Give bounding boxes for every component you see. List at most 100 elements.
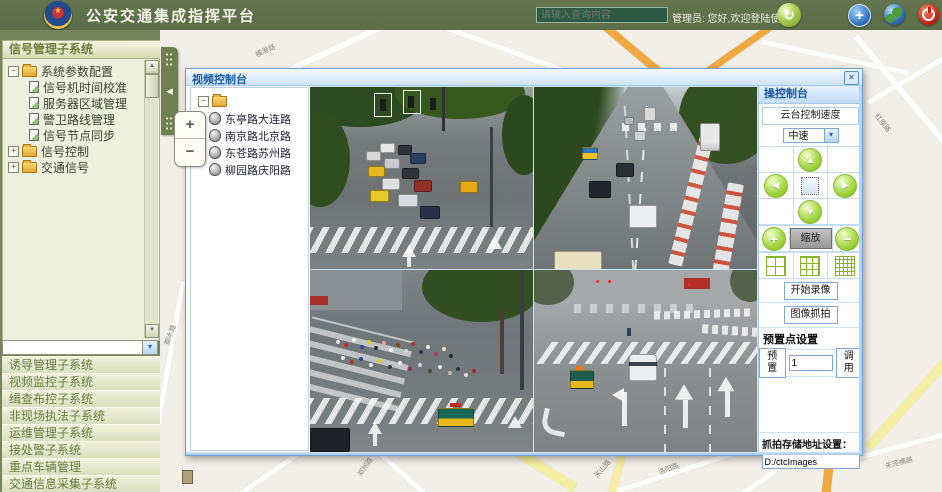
street-label: 御水路 xyxy=(162,323,179,346)
add-icon[interactable]: + xyxy=(848,4,871,27)
collapse-arrow-icon: ◀ xyxy=(166,86,173,97)
start-record-button[interactable]: 开始录像 xyxy=(784,282,838,300)
image-capture-button[interactable]: 图像抓拍 xyxy=(784,306,838,324)
combo-arrow-icon[interactable]: ▾ xyxy=(142,341,157,354)
sidebar-item-video-surveillance[interactable]: 视频监控子系统 xyxy=(2,373,164,391)
tree-node-label[interactable]: 信号控制 xyxy=(41,143,89,160)
camera-item[interactable]: 南京路北京路 xyxy=(209,127,308,144)
camera-tree-panel: − 东亭路大连路 南京路北京路 东苍路苏州路 柳园路庆阳路 xyxy=(190,87,309,451)
video-feed-3[interactable] xyxy=(310,270,533,452)
layout-4x4-icon[interactable] xyxy=(835,256,855,276)
tree-leaf-label[interactable]: 信号机时间校准 xyxy=(43,79,127,96)
close-icon[interactable]: ✕ xyxy=(844,71,859,85)
camera-item[interactable]: 东亭路大连路 xyxy=(209,110,308,127)
tree-leaf[interactable]: 警卫路线管理 xyxy=(29,111,159,127)
car xyxy=(624,117,634,125)
sidebar-item-offsite-enforcement[interactable]: 非现场执法子系统 xyxy=(2,407,164,425)
storage-path-input[interactable] xyxy=(762,454,860,469)
tree-leaf-label[interactable]: 服务器区域管理 xyxy=(43,95,127,112)
pan-right-button[interactable]: ▶ xyxy=(833,174,857,198)
lane-line xyxy=(709,365,711,452)
ptz-speed-select[interactable]: 中速 ▾ xyxy=(783,128,839,143)
map-zoom-out-button[interactable]: − xyxy=(175,139,205,165)
globe-icon[interactable] xyxy=(884,4,905,25)
tree-leaf[interactable]: 信号节点同步 xyxy=(29,127,159,143)
tree-node-root[interactable]: − 系统参数配置 xyxy=(5,63,159,79)
zoom-out-button[interactable]: − xyxy=(835,227,859,251)
camera-label[interactable]: 柳园路庆阳路 xyxy=(225,162,291,178)
car xyxy=(384,158,400,169)
tree-leaf-label[interactable]: 警卫路线管理 xyxy=(43,111,115,128)
video-feed-4[interactable] xyxy=(534,270,757,452)
tree-node-collapsed[interactable]: + 信号控制 xyxy=(5,143,159,159)
expand-box-icon[interactable]: + xyxy=(8,146,19,157)
car xyxy=(398,194,418,207)
sidebar-item-guidance[interactable]: 诱导管理子系统 xyxy=(2,356,164,374)
expand-box-icon[interactable]: + xyxy=(8,162,19,173)
video-feed-2[interactable] xyxy=(534,87,757,269)
taxi-roof-light xyxy=(576,366,583,370)
sidebar-item-operations[interactable]: 运维管理子系统 xyxy=(2,424,164,442)
sidebar-item-investigation[interactable]: 缉查布控子系统 xyxy=(2,390,164,408)
preset-number-input[interactable] xyxy=(789,355,833,371)
tree-canopy xyxy=(310,112,350,207)
pan-up-button[interactable]: ▲ xyxy=(798,148,822,172)
sidebar-item-traffic-info[interactable]: 交通信息采集子系统 xyxy=(2,475,164,492)
camera-label[interactable]: 南京路北京路 xyxy=(225,128,291,144)
scroll-up-icon[interactable]: ▲ xyxy=(145,60,159,74)
tree-leaf[interactable]: 服务器区域管理 xyxy=(29,95,159,111)
sidebar-combobox[interactable]: ▾ xyxy=(2,340,158,355)
search-input[interactable] xyxy=(536,7,668,23)
lane-line xyxy=(664,368,666,452)
camera-tree-root[interactable]: − xyxy=(195,93,308,110)
car xyxy=(420,206,440,219)
scroll-thumb[interactable] xyxy=(145,74,159,98)
sidebar-panel-title[interactable]: 信号管理子系统 xyxy=(2,40,164,59)
dpad-cell xyxy=(828,147,862,172)
zoom-cell: + xyxy=(759,226,789,251)
camera-label[interactable]: 东苍路苏州路 xyxy=(225,145,291,161)
scroll-down-icon[interactable]: ▼ xyxy=(145,324,159,338)
tree-node-label[interactable]: 交通信号 xyxy=(41,159,89,176)
zoom-in-button[interactable]: + xyxy=(762,227,786,251)
map-road xyxy=(853,34,942,191)
collapse-box-icon[interactable]: − xyxy=(8,66,19,77)
combo-arrow-icon[interactable]: ▾ xyxy=(824,129,838,142)
layout-3x3-icon[interactable] xyxy=(800,256,820,276)
video-feed-1[interactable] xyxy=(310,87,533,269)
tree-leaf[interactable]: 信号机时间校准 xyxy=(29,79,159,95)
car xyxy=(629,205,657,228)
sidebar-item-alarm-handling[interactable]: 接处警子系统 xyxy=(2,441,164,459)
refresh-icon[interactable]: ↻ xyxy=(777,3,801,27)
camera-item[interactable]: 柳园路庆阳路 xyxy=(209,161,308,178)
osd-bracket xyxy=(403,90,421,114)
street-label: 横港路 xyxy=(254,42,277,60)
tree-node-label[interactable]: 系统参数配置 xyxy=(41,63,113,80)
tree-scrollbar[interactable]: ▲ ▼ xyxy=(144,60,158,338)
ptz-scrollbar[interactable] xyxy=(859,86,862,453)
zoom-cell: 缩放 xyxy=(790,226,832,251)
tree-node-collapsed[interactable]: + 交通信号 xyxy=(5,159,159,175)
sidebar-item-key-vehicles[interactable]: 重点车辆管理 xyxy=(2,458,164,476)
pan-down-button[interactable]: ▼ xyxy=(798,200,822,224)
landmark-icon xyxy=(182,470,193,484)
pan-center-button[interactable] xyxy=(801,177,819,195)
zoom-label-button[interactable]: 缩放 xyxy=(790,228,832,249)
collapse-box-icon[interactable]: − xyxy=(198,96,209,107)
pan-left-button[interactable]: ◀ xyxy=(764,174,788,198)
preset-button[interactable]: 预置 xyxy=(759,348,786,378)
cyclist xyxy=(627,328,631,336)
apps-grid-icon[interactable] xyxy=(813,7,829,23)
map-zoom-in-button[interactable]: + xyxy=(175,112,205,139)
car xyxy=(410,153,426,164)
lane-arrow xyxy=(718,377,735,391)
dialog-title-bar[interactable]: 视频控制台 ✕ xyxy=(186,69,862,86)
layout-cell xyxy=(794,253,828,278)
power-bar xyxy=(927,7,932,13)
camera-item[interactable]: 东苍路苏州路 xyxy=(209,144,308,161)
power-icon[interactable] xyxy=(918,4,939,25)
camera-label[interactable]: 东亭路大连路 xyxy=(225,111,291,127)
layout-2x2-icon[interactable] xyxy=(766,256,786,276)
tree-leaf-label[interactable]: 信号节点同步 xyxy=(43,127,115,144)
preset-section-title: 预置点设置 xyxy=(759,328,862,350)
